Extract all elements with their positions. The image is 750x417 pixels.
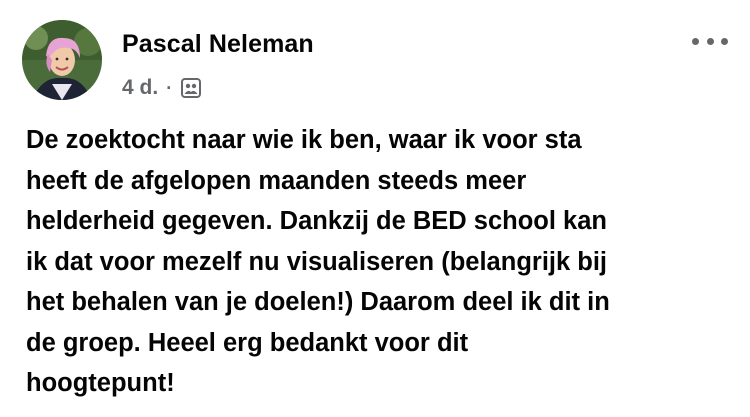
post-timestamp[interactable]: 4 d.	[122, 76, 158, 100]
more-dot	[721, 37, 728, 45]
post-text-line: hoogtepunt!	[26, 369, 175, 397]
post-card: Pascal Neleman 4 d. · De zoektocht naar …	[0, 0, 750, 417]
post-body: De zoektocht naar wie ik ben, waar ik vo…	[26, 120, 726, 404]
post-text-line: ik dat voor mezelf nu visualiseren (bela…	[26, 247, 607, 276]
author-name[interactable]: Pascal Neleman	[122, 30, 314, 59]
more-dot	[692, 37, 699, 45]
group-members-icon[interactable]	[180, 77, 202, 99]
post-meta: 4 d. ·	[122, 74, 202, 102]
post-text-line: de groep. Heeel erg bedankt voor dit	[26, 328, 469, 357]
more-dot	[706, 37, 714, 45]
post-text-line: heeft de afgelopen maanden steeds meer	[26, 166, 527, 195]
more-options-icon[interactable]	[692, 30, 728, 52]
post-text-line: De zoektocht naar wie ik ben, waar ik vo…	[26, 126, 582, 154]
post-text-line: het behalen van je doelen!) Daarom deel …	[26, 288, 610, 316]
avatar[interactable]	[22, 20, 102, 100]
post-text-line: helderheid gegeven. Dankzij de BED schoo…	[26, 207, 607, 235]
meta-separator: ·	[166, 77, 173, 98]
avatar-image	[22, 20, 102, 100]
